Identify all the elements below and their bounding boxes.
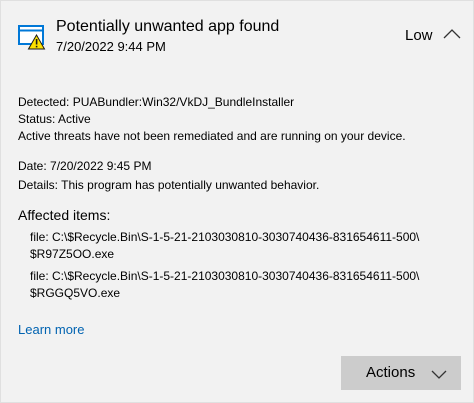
threat-timestamp: 7/20/2022 9:44 PM [56, 39, 166, 54]
affected-item-path: file: C:\$Recycle.Bin\S-1-5-21-210303081… [30, 269, 420, 283]
details-value: This program has potentially unwanted be… [61, 178, 320, 192]
affected-item-filename: $RGGQ5VO.exe [30, 286, 121, 300]
threat-card: Potentially unwanted app found 7/20/2022… [0, 0, 474, 403]
detected-value: PUABundler:Win32/VkDJ_BundleInstaller [72, 95, 295, 109]
threat-title: Potentially unwanted app found [56, 18, 280, 35]
detected-row: Detected: PUABundler:Win32/VkDJ_BundleIn… [18, 94, 294, 110]
status-row: Status: Active [18, 111, 91, 127]
status-note: Active threats have not been remediated … [18, 129, 406, 143]
date-label: Date: [18, 159, 47, 173]
affected-item-filename: $R97Z5OO.exe [30, 247, 115, 261]
severity-level: Low [405, 27, 433, 44]
status-value: Active [58, 112, 91, 126]
detected-label: Detected: [18, 95, 70, 109]
status-label: Status: [18, 112, 56, 126]
actions-button[interactable]: Actions [341, 356, 461, 390]
learn-more-link[interactable]: Learn more [18, 321, 84, 339]
affected-item-path: file: C:\$Recycle.Bin\S-1-5-21-210303081… [30, 230, 420, 244]
date-value: 7/20/2022 9:45 PM [50, 159, 152, 173]
chevron-down-icon [431, 367, 447, 379]
details-label: Details: [18, 178, 59, 192]
affected-items-title: Affected items: [18, 207, 111, 223]
date-row: Date: 7/20/2022 9:45 PM [18, 158, 151, 174]
app-warning-icon [18, 22, 46, 50]
chevron-up-icon[interactable] [443, 27, 461, 41]
threat-card-header[interactable]: Potentially unwanted app found 7/20/2022… [1, 1, 473, 71]
details-row: Details: This program has potentially un… [18, 177, 319, 193]
actions-label: Actions [366, 364, 416, 381]
